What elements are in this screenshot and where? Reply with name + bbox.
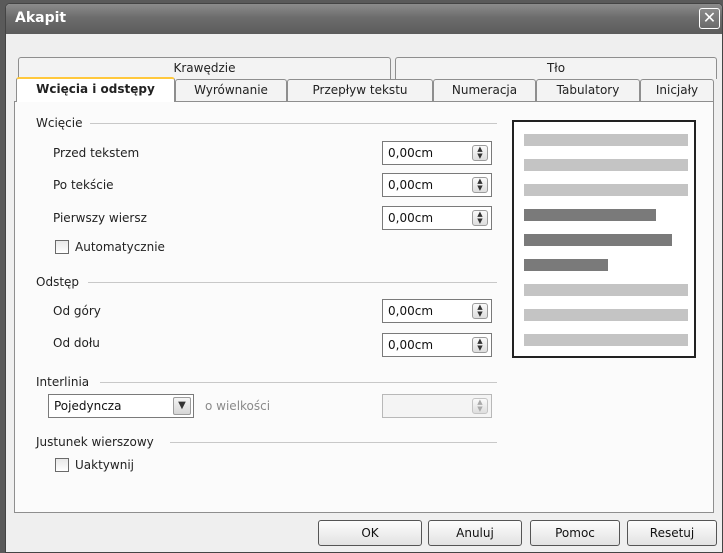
preview-line <box>524 209 656 221</box>
below-spinbox[interactable]: 0,00cm ▲ ▼ <box>382 333 492 357</box>
preview-line <box>524 159 688 171</box>
preview-line <box>524 284 688 296</box>
reset-button[interactable]: Resetuj <box>627 520 717 546</box>
below-value: 0,00cm <box>388 338 434 352</box>
line-spacing-separator <box>100 382 497 383</box>
activate-label[interactable]: Uaktywnij <box>75 458 134 472</box>
before-text-value: 0,00cm <box>388 146 434 160</box>
line-spacing-select[interactable]: Pojedyncza ▼ <box>48 394 194 418</box>
first-line-value: 0,00cm <box>388 211 434 225</box>
tab-tabulatory[interactable]: Tabulatory <box>536 79 640 101</box>
preview-line <box>524 259 608 271</box>
spin-arrows-icon[interactable]: ▲ ▼ <box>472 303 488 319</box>
spin-arrows-icon[interactable]: ▲ ▼ <box>472 177 488 193</box>
activate-checkbox[interactable] <box>55 458 69 472</box>
before-text-label: Przed tekstem <box>53 146 140 160</box>
register-heading: Justunek wierszowy <box>36 435 154 449</box>
spin-arrows-icon: ▲ ▼ <box>472 398 488 414</box>
preview-line <box>524 309 688 321</box>
before-text-spinbox[interactable]: 0,00cm ▲ ▼ <box>382 141 492 165</box>
register-separator <box>170 442 497 443</box>
help-button[interactable]: Pomoc <box>530 520 620 546</box>
indent-separator <box>90 123 497 124</box>
tab-wciecia-i-odstepy[interactable]: Wcięcia i odstępy <box>16 77 175 102</box>
automatic-label[interactable]: Automatycznie <box>75 240 165 254</box>
first-line-label: Pierwszy wiersz <box>53 211 147 225</box>
first-line-spinbox[interactable]: 0,00cm ▲ ▼ <box>382 206 492 230</box>
preview-line <box>524 234 672 246</box>
above-label: Od góry <box>53 304 101 318</box>
spacing-separator <box>88 282 497 283</box>
below-label: Od dołu <box>53 336 100 350</box>
tab-numeracja[interactable]: Numeracja <box>433 79 536 101</box>
tab-krawedzie[interactable]: Krawędzie <box>18 57 391 79</box>
of-size-spinbox: ▲ ▼ <box>382 394 492 418</box>
spin-arrows-icon[interactable]: ▲ ▼ <box>472 210 488 226</box>
tab-inicjaly[interactable]: Inicjały <box>640 79 714 101</box>
chevron-down-icon[interactable]: ▼ <box>173 397 191 415</box>
indent-heading: Wcięcie <box>36 116 83 130</box>
window-title: Akapit <box>15 10 67 26</box>
after-text-value: 0,00cm <box>388 178 434 192</box>
above-value: 0,00cm <box>388 304 434 318</box>
line-spacing-value: Pojedyncza <box>54 399 122 413</box>
ok-button[interactable]: OK <box>318 520 422 546</box>
preview-line <box>524 134 688 146</box>
above-spinbox[interactable]: 0,00cm ▲ ▼ <box>382 299 492 323</box>
tab-wyrownanie[interactable]: Wyrównanie <box>175 79 287 101</box>
line-spacing-heading: Interlinia <box>36 375 90 389</box>
tab-przeplyw-tekstu[interactable]: Przepływ tekstu <box>287 79 433 101</box>
paragraph-preview <box>512 120 696 358</box>
title-bar[interactable]: Akapit ✕ <box>6 4 722 34</box>
preview-line <box>524 184 688 196</box>
spin-arrows-icon[interactable]: ▲ ▼ <box>472 145 488 161</box>
automatic-checkbox[interactable] <box>55 240 69 254</box>
preview-line <box>524 334 688 346</box>
cancel-button[interactable]: Anuluj <box>428 520 522 546</box>
spin-arrows-icon[interactable]: ▲ ▼ <box>472 337 488 353</box>
tab-tlo[interactable]: Tło <box>395 57 717 79</box>
after-text-label: Po tekście <box>53 178 114 192</box>
close-icon[interactable]: ✕ <box>699 8 720 29</box>
after-text-spinbox[interactable]: 0,00cm ▲ ▼ <box>382 173 492 197</box>
of-size-label: o wielkości <box>205 399 271 413</box>
spacing-heading: Odstęp <box>36 275 80 289</box>
